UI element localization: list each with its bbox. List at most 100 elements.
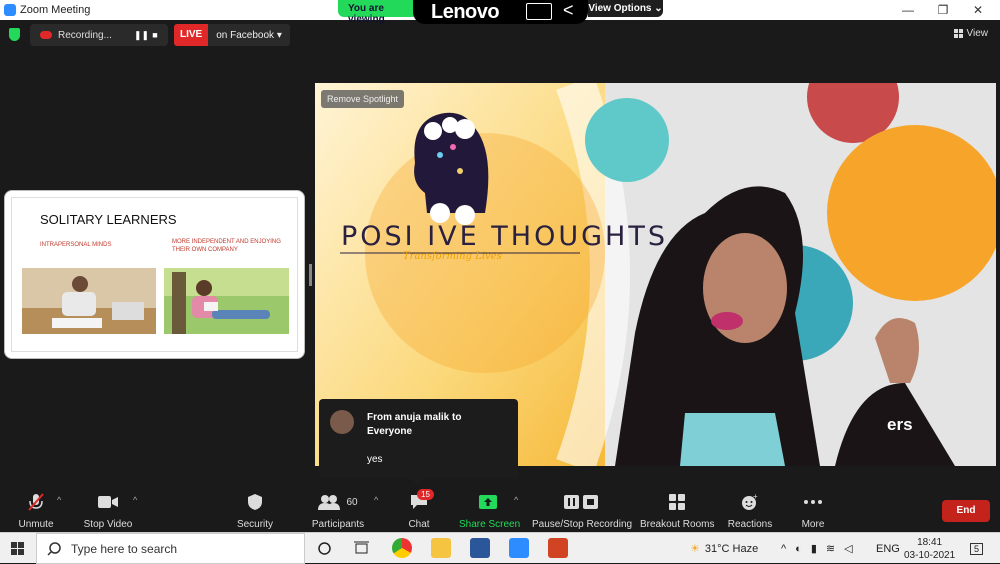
more-dots-icon bbox=[804, 500, 822, 504]
chat-button[interactable]: 15 Chat bbox=[404, 489, 434, 530]
reactions-smiley-icon: + bbox=[742, 493, 758, 510]
maximize-button[interactable]: ❐ bbox=[928, 0, 958, 20]
remove-spotlight-button[interactable]: Remove Spotlight bbox=[321, 90, 405, 108]
pause-stop-icon bbox=[564, 495, 598, 509]
logo-title: POSI IVE THOUGHTS bbox=[341, 221, 668, 252]
clock[interactable]: 18:41 03-10-2021 bbox=[904, 533, 955, 564]
window-title: Zoom Meeting bbox=[20, 4, 91, 16]
participants-button[interactable]: 60 Participants bbox=[311, 491, 365, 530]
audio-options-chevron[interactable]: ^ bbox=[57, 495, 61, 505]
pause-stop-recording-label: Pause/Stop Recording bbox=[532, 519, 633, 530]
minimize-button[interactable]: — bbox=[893, 0, 923, 20]
clock-date: 03-10-2021 bbox=[904, 549, 956, 561]
shared-slide-thumbnail[interactable]: SOLITARY LEARNERS INTRAPERSONAL MINDS MO… bbox=[4, 190, 305, 359]
windows-taskbar: Type here to search ☀ 31°C Haze ^ ◐ ▮ ≋ … bbox=[0, 532, 1000, 564]
breakout-rooms-button[interactable]: Breakout Rooms bbox=[640, 491, 714, 530]
slide-content: SOLITARY LEARNERS INTRAPERSONAL MINDS MO… bbox=[11, 197, 298, 352]
recording-indicator: Recording... ❚❚ ■ bbox=[30, 24, 168, 46]
zoom-tray-icon[interactable]: ◐ bbox=[795, 543, 802, 555]
pause-recording-icon[interactable]: ❚❚ bbox=[134, 30, 149, 41]
system-tray-icons[interactable]: ^ ◐ ▮ ≋ ◁ bbox=[781, 533, 853, 564]
security-shield-icon[interactable] bbox=[9, 28, 20, 41]
security-button[interactable]: Security bbox=[234, 491, 276, 530]
panel-splitter[interactable] bbox=[309, 264, 312, 286]
breakout-rooms-icon bbox=[669, 494, 685, 510]
live-tag: LIVE bbox=[174, 24, 209, 46]
volume-icon[interactable]: ◁ bbox=[844, 542, 852, 555]
cloud-record-icon bbox=[40, 31, 52, 39]
weather-widget[interactable]: ☀ 31°C Haze bbox=[690, 533, 758, 564]
reactions-label: Reactions bbox=[727, 519, 773, 530]
taskbar-search-box[interactable]: Type here to search bbox=[36, 533, 305, 564]
share-bar: Lenovo < bbox=[413, 0, 588, 24]
view-options-button[interactable]: View Options ⌄ bbox=[588, 0, 663, 17]
word-icon[interactable] bbox=[470, 538, 490, 558]
chat-sender: From anuja malik to Everyone bbox=[367, 412, 462, 437]
security-shield-toolbar-icon bbox=[248, 494, 262, 510]
slide-subtitle-right: MORE INDEPENDENT AND ENJOYING THEIR OWN … bbox=[172, 239, 281, 253]
close-button[interactable]: ✕ bbox=[963, 0, 993, 20]
video-corner-text: ers bbox=[887, 415, 913, 434]
live-destination[interactable]: on Facebook ▾ bbox=[208, 24, 290, 46]
live-stream-indicator[interactable]: LIVE on Facebook ▾ bbox=[174, 24, 290, 46]
show-hidden-icons-chevron-icon[interactable]: ^ bbox=[781, 543, 786, 555]
grid-view-icon bbox=[953, 29, 963, 38]
muted-mic-icon bbox=[28, 493, 44, 511]
unmute-button[interactable]: Unmute bbox=[14, 491, 58, 530]
back-chevron-icon[interactable]: < bbox=[563, 0, 574, 21]
chat-label: Chat bbox=[408, 519, 430, 530]
notification-center[interactable]: 5 bbox=[970, 533, 984, 564]
stop-video-button[interactable]: Stop Video bbox=[82, 491, 134, 530]
view-button[interactable]: View bbox=[953, 28, 989, 39]
logo-subtitle: Transforming Lives bbox=[403, 251, 502, 262]
unmute-label: Unmute bbox=[18, 519, 54, 530]
pause-stop-recording-button[interactable]: Pause/Stop Recording bbox=[532, 491, 633, 530]
participants-options-chevron[interactable]: ^ bbox=[374, 495, 378, 505]
view-label: View bbox=[966, 28, 989, 39]
participants-icon bbox=[318, 495, 341, 510]
lenovo-logo: Lenovo bbox=[431, 1, 500, 23]
boy-studying-image bbox=[22, 268, 156, 334]
chat-badge: 15 bbox=[417, 489, 434, 500]
chrome-icon[interactable] bbox=[392, 538, 412, 558]
more-button[interactable]: More bbox=[798, 491, 828, 530]
breakout-rooms-label: Breakout Rooms bbox=[640, 519, 715, 530]
participants-count: 60 bbox=[346, 496, 358, 508]
share-screen-label: Share Screen bbox=[459, 519, 521, 530]
viewing-status: You are viewing bbox=[338, 0, 418, 25]
chat-popup-pointer bbox=[410, 478, 424, 485]
meeting-topbar: Recording... ❚❚ ■ LIVE on Facebook ▾ Vie… bbox=[0, 22, 1000, 48]
stop-recording-icon[interactable]: ■ bbox=[148, 30, 162, 40]
powerpoint-icon[interactable] bbox=[548, 538, 568, 558]
notification-count: 5 bbox=[970, 542, 984, 555]
video-options-chevron[interactable]: ^ bbox=[133, 495, 137, 505]
participants-label: Participants bbox=[311, 519, 365, 530]
more-label: More bbox=[801, 519, 825, 530]
slide-subtitle-left: INTRAPERSONAL MINDS bbox=[40, 242, 112, 248]
search-icon bbox=[47, 541, 61, 556]
slide-title: SOLITARY LEARNERS bbox=[40, 212, 177, 227]
task-view-icon[interactable] bbox=[354, 541, 369, 556]
search-placeholder: Type here to search bbox=[71, 541, 178, 556]
language-label: ENG bbox=[876, 542, 900, 555]
reactions-button[interactable]: + Reactions bbox=[727, 491, 773, 530]
chat-notification[interactable]: From anuja malik to Everyone yes bbox=[319, 399, 518, 479]
network-icon[interactable]: ≋ bbox=[826, 542, 835, 555]
chat-message: yes bbox=[367, 454, 383, 465]
microphone-tray-icon[interactable]: ▮ bbox=[811, 542, 817, 555]
windows-start-icon[interactable] bbox=[11, 542, 24, 555]
share-options-chevron[interactable]: ^ bbox=[514, 495, 518, 505]
share-banner: You are viewing Lenovo < View Options ⌄ bbox=[338, 0, 663, 25]
share-screen-button[interactable]: Share Screen bbox=[459, 491, 521, 530]
zoom-app-icon bbox=[4, 4, 16, 16]
sender-avatar bbox=[330, 410, 354, 434]
security-label: Security bbox=[236, 519, 274, 530]
clock-time: 18:41 bbox=[917, 536, 943, 548]
video-camera-icon bbox=[98, 496, 118, 508]
language-indicator[interactable]: ENG bbox=[876, 533, 900, 564]
end-meeting-button[interactable]: End bbox=[942, 500, 990, 522]
zoom-taskbar-icon[interactable] bbox=[509, 538, 529, 558]
file-explorer-icon[interactable] bbox=[431, 538, 451, 558]
cortana-icon[interactable] bbox=[318, 542, 331, 555]
screen-icon[interactable] bbox=[526, 3, 552, 20]
